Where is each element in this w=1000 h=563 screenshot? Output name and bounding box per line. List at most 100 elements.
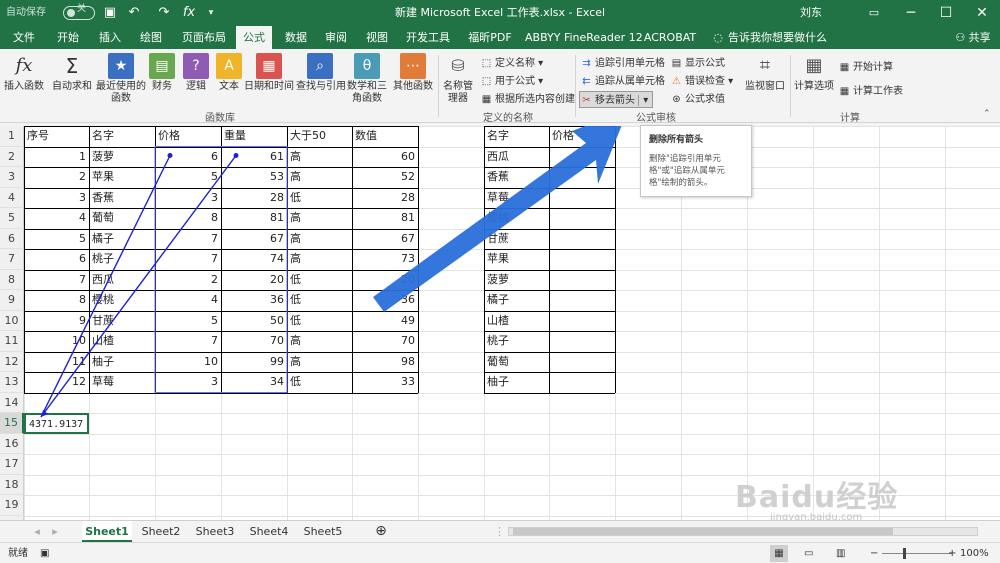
- page-layout-view-icon[interactable]: ▭: [804, 543, 813, 563]
- maximize-icon[interactable]: ☐: [930, 0, 962, 26]
- recent-label: 最近使用的函数: [96, 81, 146, 104]
- logical-button[interactable]: ? 逻辑: [182, 53, 210, 93]
- autosave-toggle[interactable]: 关: [63, 4, 95, 20]
- text-label: 文本: [219, 81, 239, 92]
- zoom-level[interactable]: 100%: [960, 543, 989, 563]
- page-break-view-icon[interactable]: ▥: [836, 543, 845, 563]
- zoom-slider-thumb[interactable]: [903, 548, 906, 559]
- star-icon: ★: [108, 53, 134, 79]
- window-title: 新建 Microsoft Excel 工作表.xlsx - Excel: [395, 6, 606, 19]
- autosum-label: 自动求和: [52, 81, 92, 92]
- redo-icon[interactable]: ↷: [155, 0, 173, 26]
- zoom-out-icon[interactable]: −: [870, 543, 878, 563]
- group-formula-auditing: 公式审核: [636, 113, 676, 124]
- tab-file[interactable]: 文件: [6, 26, 42, 49]
- arrows-overlay: [40, 126, 622, 418]
- tab-formulas[interactable]: 公式: [236, 26, 272, 50]
- insert-function-label: 插入函数: [4, 81, 44, 92]
- tooltip-title: 删除所有箭头: [649, 135, 704, 145]
- function-icon[interactable]: fx: [180, 0, 198, 26]
- tab-draw[interactable]: 绘图: [133, 26, 169, 49]
- create-from-selection-button[interactable]: ▦ 根据所选内容创建: [480, 91, 575, 108]
- trace-dependents-label: 追踪从属单元格: [595, 76, 665, 87]
- sheet-tab-4[interactable]: Sheet4: [244, 521, 294, 542]
- tab-abbyy[interactable]: ABBYY FineReader 12: [525, 26, 643, 49]
- ribbon-display-icon[interactable]: ▭: [858, 0, 890, 26]
- zoom-slider[interactable]: [882, 553, 952, 554]
- remove-arrows-dropdown-icon[interactable]: ▾: [638, 95, 649, 106]
- horizontal-scrollbar[interactable]: [508, 527, 978, 536]
- trace-precedents-label: 追踪引用单元格: [595, 58, 665, 69]
- collapse-ribbon-icon[interactable]: ⌃: [983, 109, 991, 119]
- watch-window-button[interactable]: ⌗ 监视窗口: [744, 53, 786, 93]
- evaluate-label: 公式求值: [685, 94, 725, 105]
- scroll-left-icon[interactable]: ◂: [30, 521, 44, 542]
- text-button[interactable]: A 文本: [215, 53, 243, 93]
- error-check-label: 错误检查: [685, 76, 725, 87]
- trace-dependents-button[interactable]: ⇇ 追踪从属单元格: [580, 73, 665, 90]
- datetime-button[interactable]: ▦ 日期和时间: [244, 53, 294, 93]
- sheet-tab-2[interactable]: Sheet2: [136, 521, 186, 542]
- group-separator: [790, 55, 791, 117]
- lookup-button[interactable]: ⌕ 查找与引用: [296, 53, 346, 93]
- zoom-in-icon[interactable]: +: [948, 543, 956, 563]
- show-formulas-button[interactable]: ▤ 显示公式: [670, 55, 725, 72]
- insert-function-button[interactable]: fx 插入函数: [4, 53, 44, 93]
- define-name-button[interactable]: ⬚ 定义名称 ▾: [480, 55, 543, 72]
- tooltip-body: 删除"追踪引用单元格"或"追踪从属单元格"绘制的箭头。: [649, 154, 725, 188]
- calc-now-icon: ▦: [839, 61, 850, 73]
- save-icon[interactable]: ▣: [101, 0, 119, 26]
- normal-view-icon[interactable]: ▦: [770, 545, 788, 562]
- group-calculation: 计算: [840, 113, 860, 124]
- tab-page-layout[interactable]: 页面布局: [176, 26, 232, 49]
- minimize-icon[interactable]: ─: [895, 0, 927, 26]
- theta-icon: θ: [354, 53, 380, 79]
- close-icon[interactable]: ✕: [966, 0, 998, 26]
- tab-data[interactable]: 数据: [278, 26, 314, 49]
- sheet-tab-1[interactable]: Sheet1: [82, 521, 132, 542]
- math-button[interactable]: θ 数学和三角函数: [347, 53, 387, 105]
- datetime-label: 日期和时间: [244, 81, 294, 92]
- show-formulas-label: 显示公式: [685, 58, 725, 69]
- baidu-watermark: Baidu经验: [735, 480, 899, 515]
- calculation-options-button[interactable]: ▦ 计算选项: [793, 53, 835, 93]
- tab-review[interactable]: 审阅: [318, 26, 354, 49]
- tab-view[interactable]: 视图: [359, 26, 395, 49]
- worksheet-grid[interactable]: 1234567891011121314151617181920 序号名字价格重量…: [0, 126, 1000, 537]
- financial-label: 财务: [152, 81, 172, 92]
- share-icon: ⚇: [955, 31, 969, 44]
- recent-functions-button[interactable]: ★ 最近使用的函数: [95, 53, 147, 105]
- calculate-sheet-button[interactable]: ▦ 计算工作表: [838, 83, 903, 100]
- user-name[interactable]: 刘东: [800, 0, 822, 26]
- autosum-button[interactable]: Σ 自动求和: [52, 53, 92, 93]
- evaluate-formula-button[interactable]: ⊛ 公式求值: [670, 91, 725, 108]
- add-sheet-icon[interactable]: ⊕: [372, 521, 390, 542]
- tab-developer[interactable]: 开发工具: [400, 26, 456, 49]
- other-label: 其他函数: [393, 81, 433, 92]
- tab-foxit-pdf[interactable]: 福昕PDF: [462, 26, 518, 49]
- remove-arrows-button[interactable]: ✂ 移去箭头 ▾: [579, 91, 654, 108]
- tab-acrobat[interactable]: ACROBAT: [640, 26, 700, 49]
- create-selection-icon: ▦: [481, 93, 492, 105]
- sheet-tab-3[interactable]: Sheet3: [190, 521, 240, 542]
- macro-record-icon[interactable]: ▣: [40, 543, 49, 563]
- tab-splitter-icon[interactable]: ⋮: [494, 521, 505, 542]
- financial-button[interactable]: ▤ 财务: [148, 53, 176, 93]
- trace-precedents-button[interactable]: ⇉ 追踪引用单元格: [580, 55, 665, 72]
- sheet-tab-5[interactable]: Sheet5: [298, 521, 348, 542]
- calculate-now-button[interactable]: ▦ 开始计算: [838, 59, 893, 76]
- scroll-right-icon[interactable]: ▸: [48, 521, 62, 542]
- other-functions-button[interactable]: ⋯ 其他函数: [392, 53, 434, 93]
- tell-me-search[interactable]: 告诉我你想要做什么: [728, 26, 827, 49]
- share-button[interactable]: ⚇ 共享: [948, 26, 998, 49]
- undo-icon[interactable]: ↶: [125, 0, 143, 26]
- customize-qa-icon[interactable]: ▾: [202, 0, 220, 26]
- name-manager-button[interactable]: ⛁ 名称管理器: [441, 53, 475, 105]
- tab-insert[interactable]: 插入: [92, 26, 128, 49]
- ribbon-formulas: fx 插入函数 Σ 自动求和 ★ 最近使用的函数 ▤ 财务 ? 逻辑 A 文本 …: [0, 49, 1000, 124]
- scrollbar-thumb[interactable]: [513, 528, 893, 535]
- error-checking-button[interactable]: ⚠ 错误检查 ▾: [670, 73, 733, 90]
- tab-home[interactable]: 开始: [50, 26, 86, 49]
- remove-arrows-tooltip: 删除所有箭头 删除"追踪引用单元格"或"追踪从属单元格"绘制的箭头。: [640, 125, 752, 197]
- use-in-formula-button[interactable]: ⬚ 用于公式 ▾: [480, 73, 543, 90]
